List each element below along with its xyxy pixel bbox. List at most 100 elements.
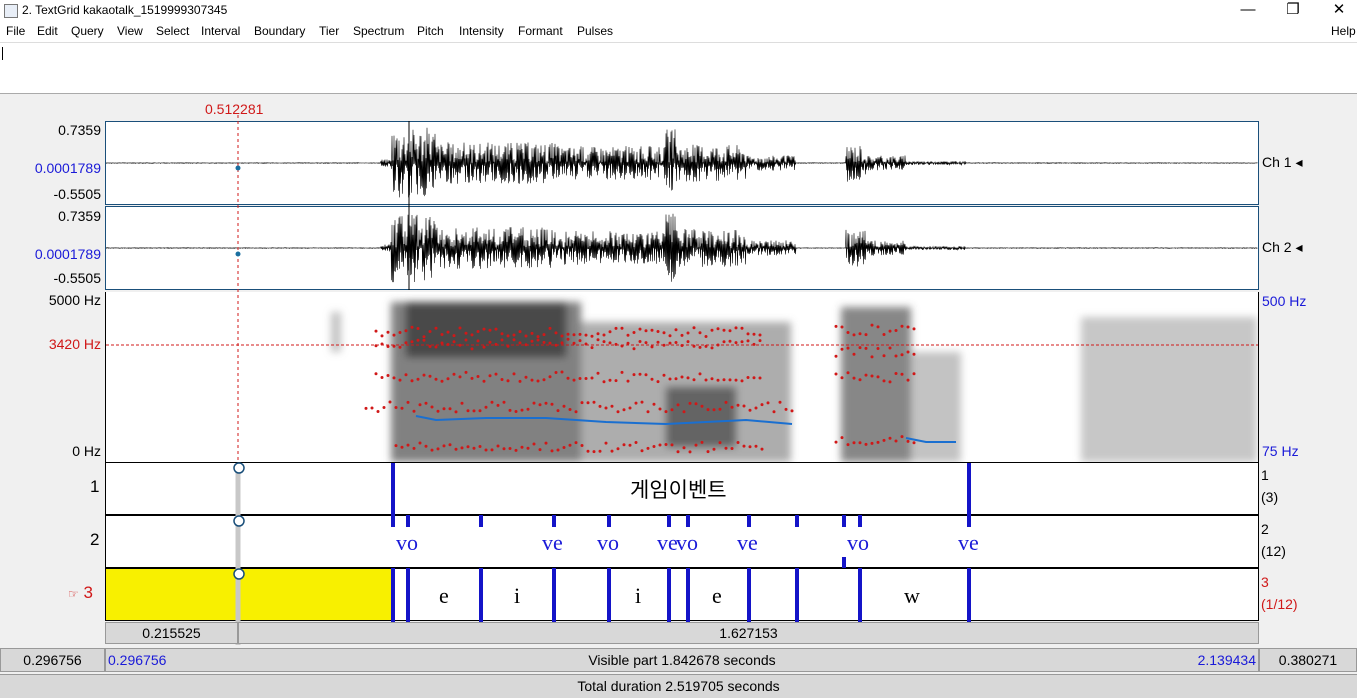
formant-dot [536, 335, 540, 339]
formant-dot [894, 439, 898, 443]
formant-dot [436, 447, 440, 451]
menu-help[interactable]: Help [1331, 24, 1356, 38]
total-duration-bar[interactable]: Total duration 2.519705 seconds [0, 674, 1357, 698]
label-text-field[interactable] [0, 43, 1357, 94]
tier2-count: (12) [1261, 543, 1286, 559]
formant-dot [858, 378, 862, 382]
formant-dot [692, 344, 696, 348]
formant-dot [386, 374, 390, 377]
formant-dot [566, 332, 570, 336]
spectrogram-panel[interactable] [105, 292, 1259, 462]
waveform-channel-2[interactable] [105, 206, 1259, 290]
formant-dot [858, 346, 862, 350]
formant-dot [752, 376, 756, 380]
formant-dot [748, 445, 752, 449]
formant-dot [608, 378, 612, 382]
formant-dot [412, 446, 416, 450]
formant-dot [506, 334, 510, 338]
tier1-interval-text[interactable]: 게임이벤트 [630, 474, 727, 504]
menu-formant[interactable]: Formant [518, 24, 563, 38]
formant-dot [706, 408, 710, 412]
waveform-channel-1[interactable] [105, 121, 1259, 205]
tier2-point-label[interactable]: vo [676, 530, 698, 556]
tier2-point-label[interactable]: ve [542, 530, 563, 556]
formant-dot [430, 405, 434, 409]
ch1-label[interactable]: Ch 1 ◂ [1262, 154, 1303, 171]
menu-select[interactable]: Select [156, 24, 189, 38]
tier2-point-label[interactable]: ve [737, 530, 758, 556]
formant-dot [682, 446, 686, 450]
menu-boundary[interactable]: Boundary [254, 24, 305, 38]
selected-interval[interactable] [106, 569, 392, 620]
tier3-interval-text[interactable]: e [712, 583, 722, 609]
formant-dot [598, 449, 602, 453]
tier-3-interval[interactable] [105, 568, 1259, 621]
formant-dot [632, 347, 636, 351]
formant-dot [496, 403, 500, 407]
formant-dot [846, 371, 850, 375]
left-outside-bar[interactable]: 0.296756 [0, 648, 105, 672]
right-outside-bar[interactable]: 0.380271 [1259, 648, 1357, 672]
selection-left-bar[interactable]: 0.215525 [105, 622, 238, 644]
formant-dot [626, 341, 630, 345]
formant-dot [392, 376, 396, 380]
selection-right-bar[interactable]: 1.627153 [238, 622, 1259, 644]
formant-dot [446, 343, 450, 346]
formant-dot [710, 328, 714, 332]
formant-dot [742, 444, 746, 448]
tier1-number[interactable]: 1 [90, 477, 99, 497]
formant-dot [736, 403, 740, 407]
formant-dot [888, 380, 892, 384]
tier2-point-label[interactable]: vo [396, 530, 418, 556]
tier1-count: (3) [1261, 489, 1279, 505]
menu-edit[interactable]: Edit [37, 24, 58, 38]
menu-pitch[interactable]: Pitch [417, 24, 444, 38]
tier2-point-label[interactable]: vo [597, 530, 619, 556]
visible-part-bar[interactable]: 0.296756 Visible part 1.842678 seconds 2… [105, 648, 1259, 672]
formant-dot [912, 372, 916, 376]
formant-dot [894, 372, 898, 375]
formant-dot [472, 409, 476, 413]
formant-dot [692, 326, 696, 330]
tier3-interval-text[interactable]: i [514, 583, 520, 609]
formant-dot [628, 406, 632, 410]
tier3-interval-text[interactable]: i [635, 583, 641, 609]
tier2-point-label[interactable]: ve [958, 530, 979, 556]
formant-dot [592, 400, 596, 404]
tier2-point-label[interactable]: ve [657, 530, 678, 556]
minimize-button[interactable]: — [1225, 0, 1271, 22]
ch2-label[interactable]: Ch 2 ◂ [1262, 239, 1303, 256]
visible-start: 0.296756 [108, 652, 167, 668]
menu-pulses[interactable]: Pulses [577, 24, 613, 38]
menu-interval[interactable]: Interval [201, 24, 240, 38]
formant-dot [412, 409, 416, 413]
formant-dot [388, 400, 392, 404]
menu-file[interactable]: File [6, 24, 25, 38]
menu-query[interactable]: Query [71, 24, 104, 38]
menu-spectrum[interactable]: Spectrum [353, 24, 404, 38]
ch2-mute-icon[interactable]: ◂ [1295, 239, 1302, 255]
close-button[interactable]: ✕ [1316, 0, 1357, 22]
formant-dot [380, 334, 384, 338]
tier3-interval-text[interactable]: w [904, 583, 920, 609]
formant-dot [580, 401, 584, 405]
ch1-mute-icon[interactable]: ◂ [1295, 154, 1302, 170]
formant-dot [614, 342, 618, 346]
menu-tier[interactable]: Tier [319, 24, 339, 38]
tier3-number[interactable]: ☞ 3 [68, 583, 93, 603]
formant-dot [698, 345, 702, 349]
tier2-point-label[interactable]: vo [847, 530, 869, 556]
menu-intensity[interactable]: Intensity [459, 24, 504, 38]
formant-dot [472, 446, 476, 450]
formant-dot [650, 345, 654, 349]
tier2-number[interactable]: 2 [90, 530, 99, 550]
menu-view[interactable]: View [117, 24, 143, 38]
formant-dot [488, 374, 492, 378]
formant-dot [730, 447, 734, 450]
formant-dot [512, 338, 516, 342]
tier3-interval-text[interactable]: e [439, 583, 449, 609]
formant-dot [554, 343, 558, 347]
right-outside-value: 0.380271 [1278, 652, 1338, 668]
formant-dot [592, 450, 596, 454]
maximize-button[interactable]: ❐ [1270, 0, 1316, 22]
